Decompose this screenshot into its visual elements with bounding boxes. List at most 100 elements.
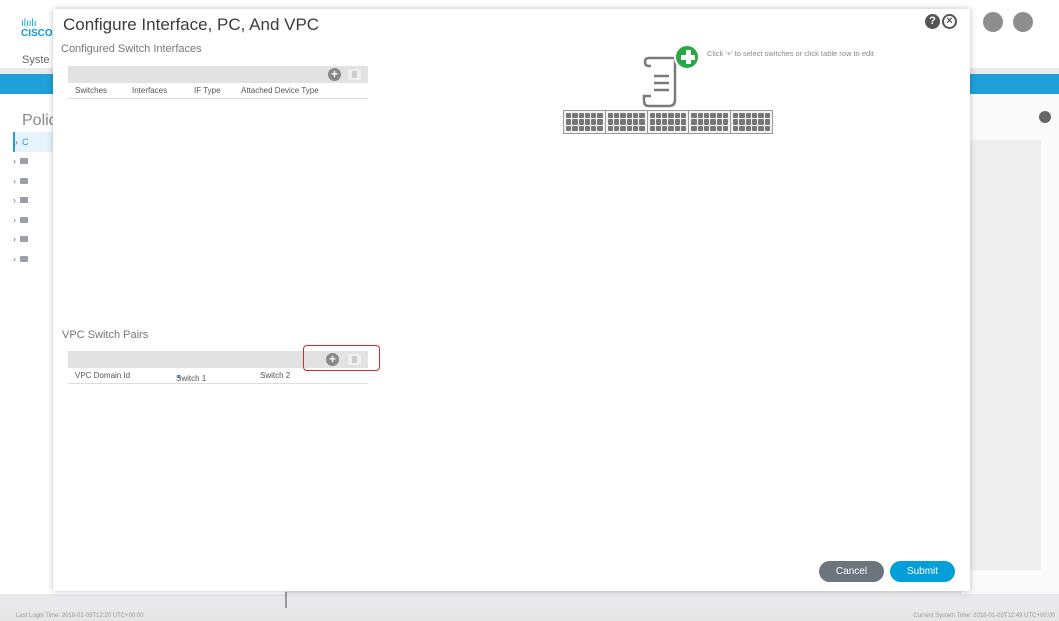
switch-port	[639, 125, 645, 131]
switch-port	[745, 119, 752, 125]
folder-icon	[20, 216, 28, 223]
switch-port	[649, 113, 655, 119]
switch-port	[597, 119, 603, 125]
switch-port	[607, 119, 614, 125]
switch-port	[697, 113, 703, 119]
switch-port	[722, 119, 729, 125]
switch-port	[584, 119, 591, 125]
tree-item[interactable]: ›	[13, 210, 53, 230]
monitor-icon[interactable]	[983, 12, 1003, 32]
switch-port	[716, 119, 722, 125]
column-if-type[interactable]: IF Type	[194, 86, 221, 95]
switch-port	[764, 119, 770, 125]
switch-port	[662, 125, 668, 131]
help-icon[interactable]: ?	[925, 14, 940, 29]
last-login-time: Last Login Time: 2018-01-03T12:20 UTC+00…	[16, 613, 144, 619]
delete-interface-button[interactable]	[348, 69, 361, 80]
switch-port	[591, 119, 597, 125]
folder-icon	[20, 158, 28, 165]
switch-port	[697, 119, 703, 125]
switch-port	[626, 119, 632, 125]
interfaces-toolbar: +	[68, 66, 368, 83]
tree-item[interactable]: › C	[13, 132, 53, 152]
switch-port	[745, 113, 752, 119]
column-attached-device-type[interactable]: Attached Device Type	[241, 86, 319, 95]
system-tab[interactable]: Syste	[22, 54, 50, 66]
dialog-title: Configure Interface, PC, And VPC	[63, 15, 320, 34]
switch-port	[655, 119, 662, 125]
switch-port	[710, 113, 716, 119]
interfaces-table-header: Switches Interfaces IF Type Attached Dev…	[68, 83, 368, 99]
folder-icon	[20, 255, 28, 262]
port-block	[689, 111, 732, 133]
add-interface-button[interactable]: +	[328, 68, 341, 81]
switch-port	[764, 125, 770, 131]
switch-port	[591, 125, 597, 131]
switch-port	[758, 125, 764, 131]
tree-item[interactable]: ›	[13, 171, 53, 191]
switch-port	[668, 119, 674, 125]
tree-item[interactable]: ›	[13, 191, 53, 211]
close-icon[interactable]: ×	[942, 14, 957, 29]
switch-port	[739, 113, 745, 119]
switch-port	[572, 113, 578, 119]
switch-port	[597, 125, 603, 131]
highlight-annotation	[303, 345, 380, 371]
switch-port	[710, 119, 716, 125]
gear-icon[interactable]	[1013, 12, 1033, 32]
vpc-pairs-label: VPC Switch Pairs	[62, 329, 149, 341]
switch-port	[703, 113, 710, 119]
switch-port	[614, 119, 620, 125]
switch-port	[710, 125, 716, 131]
status-footer	[0, 610, 1059, 621]
switch-port	[566, 125, 572, 131]
switch-port	[668, 113, 674, 119]
switch-port	[614, 125, 620, 131]
tree-item[interactable]: ›	[13, 230, 53, 250]
switch-port	[681, 125, 687, 131]
switch-port	[639, 113, 645, 119]
switch-port	[584, 125, 591, 131]
menu-icon[interactable]	[1039, 111, 1051, 123]
port-block	[606, 111, 648, 133]
switch-port	[614, 113, 620, 119]
switch-port	[578, 119, 584, 125]
column-switches[interactable]: Switches	[75, 86, 107, 95]
column-switch-2[interactable]: Switch 2	[260, 371, 290, 380]
cancel-button[interactable]: Cancel	[819, 561, 884, 582]
switch-port	[703, 119, 710, 125]
switch-port	[566, 113, 572, 119]
submit-button[interactable]: Submit	[890, 561, 955, 582]
policies-title: Polic	[22, 112, 57, 129]
switch-port	[626, 113, 632, 119]
switch-port	[572, 119, 578, 125]
tree-item[interactable]: ›	[13, 152, 53, 172]
switch-port	[591, 113, 597, 119]
tree-item[interactable]: ›	[13, 249, 53, 269]
port-block	[564, 111, 606, 133]
switch-port	[578, 113, 584, 119]
switch-port	[764, 113, 770, 119]
column-interfaces[interactable]: Interfaces	[132, 86, 167, 95]
switch-port	[697, 125, 703, 131]
add-switch-icon[interactable]	[674, 44, 700, 70]
hint-text: Click '+' to select switches or click ta…	[707, 49, 874, 58]
switch-port	[566, 119, 572, 125]
switch-port	[722, 113, 729, 119]
switch-port	[655, 125, 662, 131]
switch-port	[649, 125, 655, 131]
switch-port	[722, 125, 729, 131]
switch-port	[597, 113, 603, 119]
switch-port	[620, 119, 626, 125]
switch-port	[681, 113, 687, 119]
column-vpc-domain-id[interactable]: VPC Domain Id	[75, 371, 130, 380]
details-content	[965, 140, 1041, 570]
switch-port	[639, 119, 645, 125]
switch-port	[620, 113, 626, 119]
folder-icon	[20, 236, 28, 243]
switch-port	[632, 125, 639, 131]
policy-tree: › C › › › › › ›	[13, 132, 53, 269]
switch-port	[733, 113, 739, 119]
switch-port	[733, 119, 739, 125]
switch-port	[681, 119, 687, 125]
